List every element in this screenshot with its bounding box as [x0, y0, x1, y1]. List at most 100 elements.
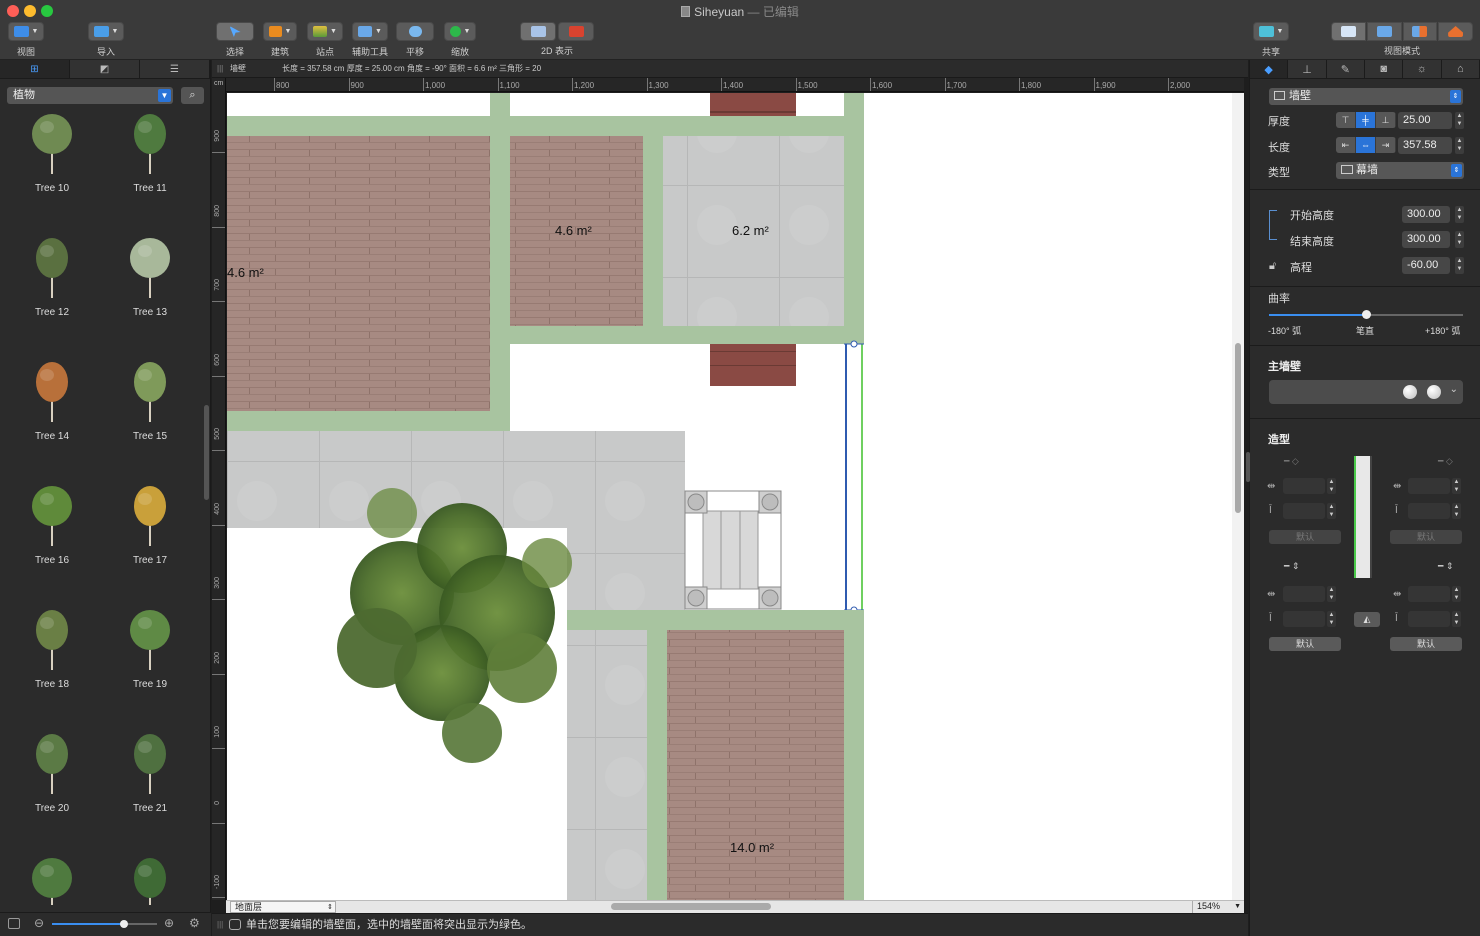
profile-height-input[interactable]	[1283, 503, 1325, 519]
share-control[interactable]: ▼ 共享	[1251, 22, 1291, 58]
profile-height-stepper[interactable]: ▲ ▼	[1452, 611, 1461, 627]
wall-segment[interactable]	[844, 93, 864, 116]
tab-list[interactable]: ☰	[140, 60, 210, 78]
profile-width-input[interactable]	[1408, 586, 1450, 602]
default-button[interactable]: 默认	[1269, 530, 1341, 544]
wall-segment[interactable]	[510, 326, 864, 344]
select-tool[interactable]: 选择	[215, 22, 255, 58]
flip-profile-button[interactable]: ◭	[1354, 612, 1380, 627]
display-2d-plan-button[interactable]	[520, 22, 556, 41]
default-button[interactable]: 默认	[1390, 530, 1462, 544]
tab-style[interactable]: ✎	[1327, 60, 1365, 78]
zoom-in-icon[interactable]: ⊕	[164, 916, 174, 930]
tab-stamp[interactable]: ⊥	[1288, 60, 1327, 78]
import-control[interactable]: ▼ 导入	[86, 22, 126, 58]
library-item[interactable]: Tree 16	[3, 482, 101, 606]
library-scrollbar[interactable]	[204, 405, 209, 500]
slider-knob[interactable]	[120, 920, 128, 928]
inspector-scroll-thumb[interactable]	[1246, 452, 1250, 482]
sidebar-toggle-icon[interactable]: |||	[217, 914, 223, 936]
tab-building[interactable]: ⌂	[1442, 60, 1480, 78]
guides-button[interactable]: ▼	[352, 22, 388, 41]
profile-height-stepper[interactable]: ▲ ▼	[1327, 503, 1336, 519]
thickness-input[interactable]: 25.00	[1398, 112, 1452, 129]
profile-height-stepper[interactable]: ▲ ▼	[1327, 611, 1336, 627]
display-2d-control[interactable]: 2D 表示	[520, 22, 594, 58]
tab-objects[interactable]: ⊞	[0, 60, 70, 78]
profile-shape-icon[interactable]: ━ ⇕	[1438, 561, 1453, 572]
pan-button[interactable]	[396, 22, 434, 41]
category-select[interactable]: 植物 ▼	[7, 87, 173, 104]
layer-select[interactable]: 地面层 ⇕	[230, 901, 336, 913]
library-item[interactable]	[3, 854, 101, 905]
align-top-icon[interactable]: ⊤	[1336, 112, 1356, 128]
wall-alignment-segmented[interactable]: ⊤ ╪ ⊥	[1336, 112, 1396, 128]
profile-width-input[interactable]	[1283, 478, 1325, 494]
library-item[interactable]: Tree 19	[101, 606, 199, 730]
display-2d-color-button[interactable]	[558, 22, 594, 41]
curvature-slider[interactable]	[1269, 310, 1463, 319]
paved-path[interactable]	[567, 528, 685, 610]
profile-height-input[interactable]	[1283, 611, 1325, 627]
elevation-stepper[interactable]: ▲ ▼	[1455, 257, 1464, 274]
default-button[interactable]: 默认	[1269, 637, 1341, 651]
view-mode-elevation-button[interactable]	[1366, 22, 1402, 41]
wall-segment[interactable]	[844, 630, 864, 900]
view-mode-control[interactable]: 视图模式	[1331, 22, 1473, 58]
wall-type-select[interactable]: 幕墙 ⇕	[1336, 162, 1464, 179]
thickness-stepper[interactable]: ▲ ▼	[1455, 112, 1464, 129]
select-button[interactable]	[216, 22, 254, 41]
paved-path[interactable]	[567, 610, 647, 900]
profile-height-input[interactable]	[1408, 611, 1450, 627]
canvas-vertical-scrollbar[interactable]	[1232, 93, 1244, 900]
profile-width-stepper[interactable]: ▲ ▼	[1452, 586, 1461, 602]
tab-materials[interactable]: ◩	[70, 60, 140, 78]
tab-camera[interactable]: ◙	[1365, 60, 1404, 78]
sidebar-toggle-icon[interactable]: |||	[217, 60, 223, 78]
wall-segment[interactable]	[567, 610, 864, 630]
align-center-icon[interactable]: ╪	[1356, 112, 1376, 128]
library-item[interactable]: Tree 17	[101, 482, 199, 606]
share-button[interactable]: ▼	[1252, 22, 1290, 41]
import-button[interactable]: ▼	[87, 22, 125, 41]
view-mode-split-button[interactable]	[1402, 22, 1438, 41]
build-tool[interactable]: ▼ 建筑	[261, 22, 299, 58]
scroll-thumb[interactable]	[1235, 343, 1241, 513]
align-bottom-icon[interactable]: ⊥	[1376, 112, 1396, 128]
site-button[interactable]: ▼	[307, 22, 343, 41]
view-mode-2d-button[interactable]	[1331, 22, 1366, 41]
gear-icon[interactable]: ⚙	[189, 916, 200, 930]
anchor-end-icon[interactable]: ⇥	[1376, 137, 1396, 153]
thumbnail-size-slider[interactable]	[52, 920, 157, 928]
length-anchor-segmented[interactable]: ⇤ ⇔ ⇥	[1336, 137, 1396, 153]
profile-shape-icon[interactable]: ━ ◇	[1438, 456, 1453, 467]
floor-plan-canvas[interactable]: 4.6 m² 4.6 m² 6.2 m² 14.0 m²	[227, 93, 1232, 900]
library-item[interactable]: Tree 13	[101, 234, 199, 358]
library-item[interactable]: Tree 10	[3, 112, 101, 234]
view-mode-3d-button[interactable]	[1438, 22, 1473, 41]
wall-segment[interactable]	[647, 630, 667, 900]
horizontal-scroll-thumb[interactable]	[611, 903, 771, 910]
display-2d-segmented[interactable]	[520, 22, 594, 41]
floor-plan-drawing[interactable]: 4.6 m² 4.6 m² 6.2 m² 14.0 m²	[227, 93, 1232, 900]
wall-segment[interactable]	[490, 411, 510, 431]
room-floor[interactable]	[227, 136, 490, 411]
library-item[interactable]: Tree 12	[3, 234, 101, 358]
length-stepper[interactable]: ▲ ▼	[1455, 137, 1464, 154]
height-link-icon[interactable]	[1269, 210, 1277, 240]
tab-properties[interactable]: ◆	[1250, 60, 1289, 78]
profile-width-input[interactable]	[1408, 478, 1450, 494]
library-item[interactable]	[101, 854, 199, 905]
library-item[interactable]: Tree 18	[3, 606, 101, 730]
view-mode-segmented[interactable]	[1331, 22, 1473, 41]
zoom-select[interactable]: 154% ▼	[1192, 901, 1244, 913]
zoom-out-icon[interactable]: ⊖	[34, 916, 44, 930]
wall-segment[interactable]	[227, 116, 864, 136]
room-floor[interactable]	[667, 630, 844, 900]
search-button[interactable]: ⌕	[181, 87, 204, 104]
profile-width-stepper[interactable]: ▲ ▼	[1327, 478, 1336, 494]
site-tool[interactable]: ▼ 站点	[306, 22, 344, 58]
stairs[interactable]	[702, 510, 759, 590]
main-wall-material-select[interactable]: ⌄	[1269, 380, 1463, 404]
zoom-button[interactable]: ▼	[443, 22, 477, 41]
